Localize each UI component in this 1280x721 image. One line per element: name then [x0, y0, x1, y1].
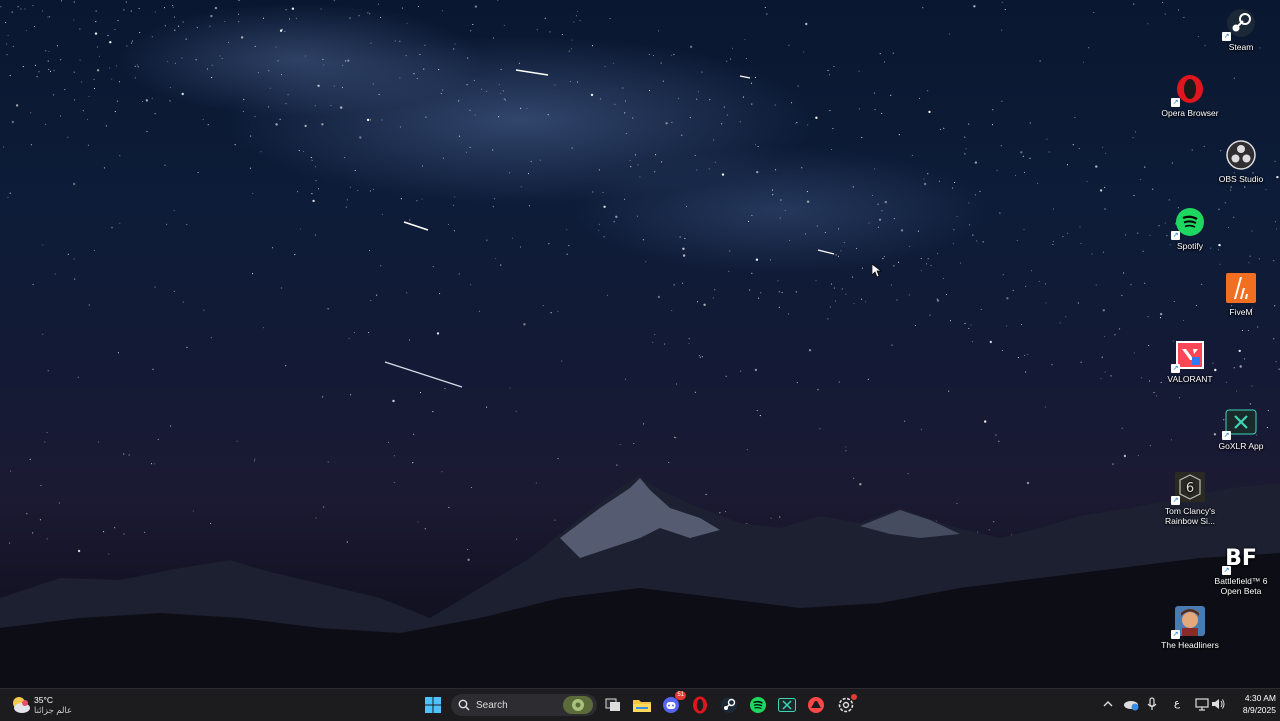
mouse-cursor-icon: [872, 264, 882, 278]
shortcut-arrow-icon: ↗: [1171, 630, 1180, 639]
file-explorer-icon: [633, 700, 651, 712]
shortcut-arrow-icon: ↗: [1171, 231, 1180, 240]
obs-icon: [1224, 138, 1258, 172]
settings-notification-dot: [851, 694, 857, 700]
chevron-up-icon: [1103, 701, 1113, 707]
steam-taskbar-button[interactable]: [718, 694, 740, 716]
svg-text:6: 6: [1186, 481, 1194, 496]
desktop-icon-rainbow-six[interactable]: 6 ↗ Tom Clancy's Rainbow Si...: [1158, 470, 1222, 526]
taskbar-search-box[interactable]: Search: [451, 694, 597, 716]
weather-temperature: 35°C: [34, 695, 53, 705]
desktop-icon-valorant[interactable]: ↗ VALORANT: [1158, 338, 1222, 384]
goxlr-taskbar-button[interactable]: [776, 694, 798, 716]
desktop-icon-label: OBS Studio: [1218, 174, 1264, 184]
task-view-icon: [605, 698, 620, 711]
spotify-taskbar-button[interactable]: [747, 694, 769, 716]
speaker-icon: [1212, 699, 1225, 709]
file-explorer-button[interactable]: [631, 694, 653, 716]
steam-icon: ↗: [1222, 6, 1258, 41]
shortcut-arrow-icon: ↗: [1222, 566, 1231, 575]
search-placeholder: Search: [476, 699, 508, 711]
mountain-silhouette: [0, 476, 1280, 688]
microphone-tray-button[interactable]: [1146, 697, 1160, 713]
shortcut-arrow-icon: ↗: [1171, 364, 1180, 373]
desktop-wallpaper: [0, 0, 1280, 688]
steam-icon: [721, 697, 737, 713]
desktop-icon-label: FiveM: [1229, 307, 1253, 317]
desktop-icon-label: The Headliners: [1161, 640, 1219, 650]
clock-date: 8/9/2025: [1242, 705, 1276, 715]
shortcut-arrow-icon: ↗: [1222, 32, 1231, 41]
battlefield-icon: BF ↗: [1222, 540, 1258, 575]
desktop-icon-spotify[interactable]: ↗ Spotify: [1158, 205, 1222, 251]
desktop-icon-label: Opera Browser: [1161, 108, 1219, 118]
input-language-indicator[interactable]: ع: [1174, 698, 1180, 709]
desktop-icon-steam[interactable]: ↗ Steam: [1209, 6, 1273, 52]
ea-icon: [808, 697, 824, 713]
desktop-icon-label: Battlefield™ 6 Open Beta: [1214, 576, 1268, 596]
desktop-icon-label: Steam: [1228, 42, 1254, 52]
volume-tray-button[interactable]: [1211, 697, 1227, 713]
desktop-icon-fivem[interactable]: FiveM: [1209, 271, 1273, 317]
onedrive-sync-icon: [1124, 701, 1139, 711]
weather-widget[interactable]: 35°C عالم جزائنا: [10, 693, 90, 717]
shortcut-arrow-icon: ↗: [1171, 98, 1180, 107]
weather-caption: عالم جزائنا: [34, 705, 73, 715]
clock-time: 4:30 AM: [1244, 693, 1276, 703]
spotify-icon: ↗: [1171, 205, 1207, 240]
spotify-icon: [750, 697, 766, 713]
goxlr-icon: [778, 698, 796, 712]
desktop-icon-opera[interactable]: ↗ Opera Browser: [1158, 72, 1222, 118]
desktop-icon-label: Tom Clancy's Rainbow Si...: [1164, 506, 1216, 526]
desktop-icon-goxlr[interactable]: ↗ GoXLR App: [1209, 405, 1273, 451]
rainbow-six-icon: 6 ↗: [1171, 470, 1207, 505]
microphone-icon: [1147, 697, 1157, 710]
desktop-icon-label: VALORANT: [1167, 374, 1213, 384]
discord-notification-badge: 51: [675, 691, 686, 700]
shortcut-arrow-icon: ↗: [1222, 431, 1231, 440]
taskbar: 35°C عالم جزائنا Search 51 ع 4:30 AM 8/9…: [0, 688, 1280, 721]
desktop-icon-label: Spotify: [1177, 241, 1203, 251]
network-icon: [1195, 698, 1209, 711]
settings-button[interactable]: [835, 694, 857, 716]
desktop-icon-label: GoXLR App: [1218, 441, 1264, 451]
desktop-icon-obs[interactable]: OBS Studio: [1209, 138, 1273, 184]
onedrive-tray-button[interactable]: [1123, 697, 1139, 713]
show-hidden-icons-button[interactable]: [1102, 697, 1116, 713]
clock-button[interactable]: 4:30 AM 8/9/2025: [1230, 692, 1276, 718]
ea-app-button[interactable]: [805, 694, 827, 716]
headliners-icon: ↗: [1171, 604, 1207, 639]
goxlr-icon: ↗: [1222, 405, 1258, 440]
opera-icon: ↗: [1171, 72, 1207, 107]
weather-icon: [13, 697, 30, 713]
desktop-icon-battlefield[interactable]: BF ↗ Battlefield™ 6 Open Beta: [1209, 540, 1273, 596]
search-icon: [458, 699, 470, 711]
valorant-icon: ↗: [1171, 338, 1207, 373]
task-view-button[interactable]: [602, 694, 624, 716]
fivem-icon: [1224, 271, 1258, 305]
start-button[interactable]: [422, 694, 444, 716]
network-tray-button[interactable]: [1195, 697, 1211, 713]
desktop-icon-headliners[interactable]: ↗ The Headliners: [1158, 604, 1222, 650]
discord-button[interactable]: 51: [660, 691, 686, 716]
start-icon: [425, 697, 441, 713]
shortcut-arrow-icon: ↗: [1171, 496, 1180, 505]
search-highlight-icon: [563, 696, 593, 714]
opera-taskbar-button[interactable]: [689, 694, 711, 716]
opera-icon: [693, 696, 707, 714]
